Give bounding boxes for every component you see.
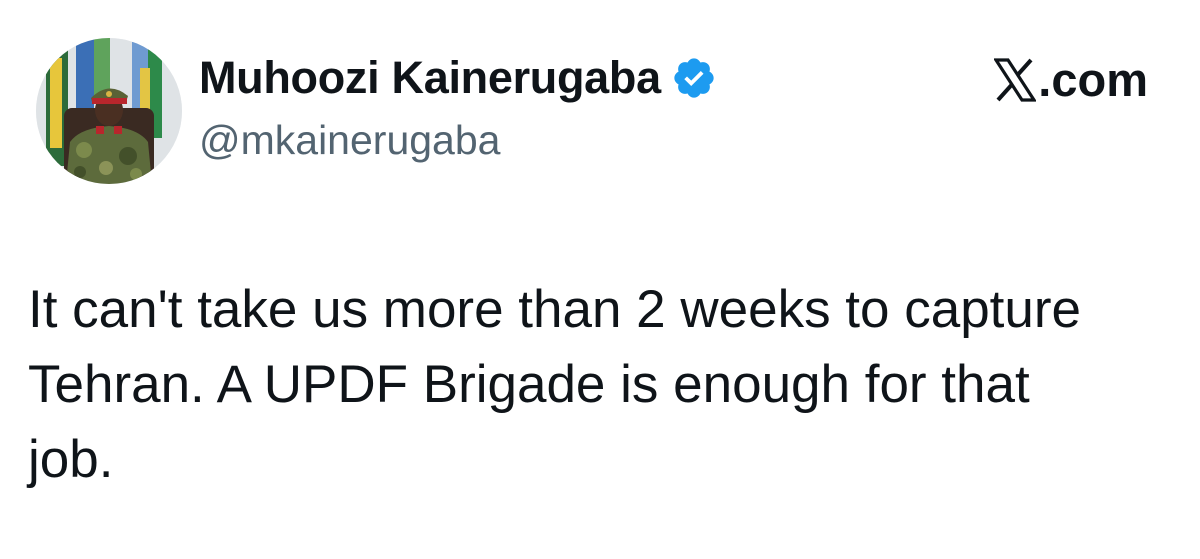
- tweet-card: Muhoozi Kainerugaba @mkainerugaba .com I…: [0, 0, 1200, 559]
- source-domain-text: .com: [1038, 53, 1148, 106]
- avatar[interactable]: [36, 38, 182, 184]
- source-mark: .com: [993, 52, 1148, 107]
- author-display-name[interactable]: Muhoozi Kainerugaba: [199, 52, 661, 104]
- author-name-row: Muhoozi Kainerugaba: [199, 52, 717, 104]
- avatar-photo: [36, 38, 182, 184]
- verified-badge-icon: [671, 55, 717, 101]
- tweet-text: It can't take us more than 2 weeks to ca…: [28, 280, 1082, 489]
- author-handle[interactable]: @mkainerugaba: [199, 117, 500, 164]
- x-logo-icon: [993, 57, 1038, 102]
